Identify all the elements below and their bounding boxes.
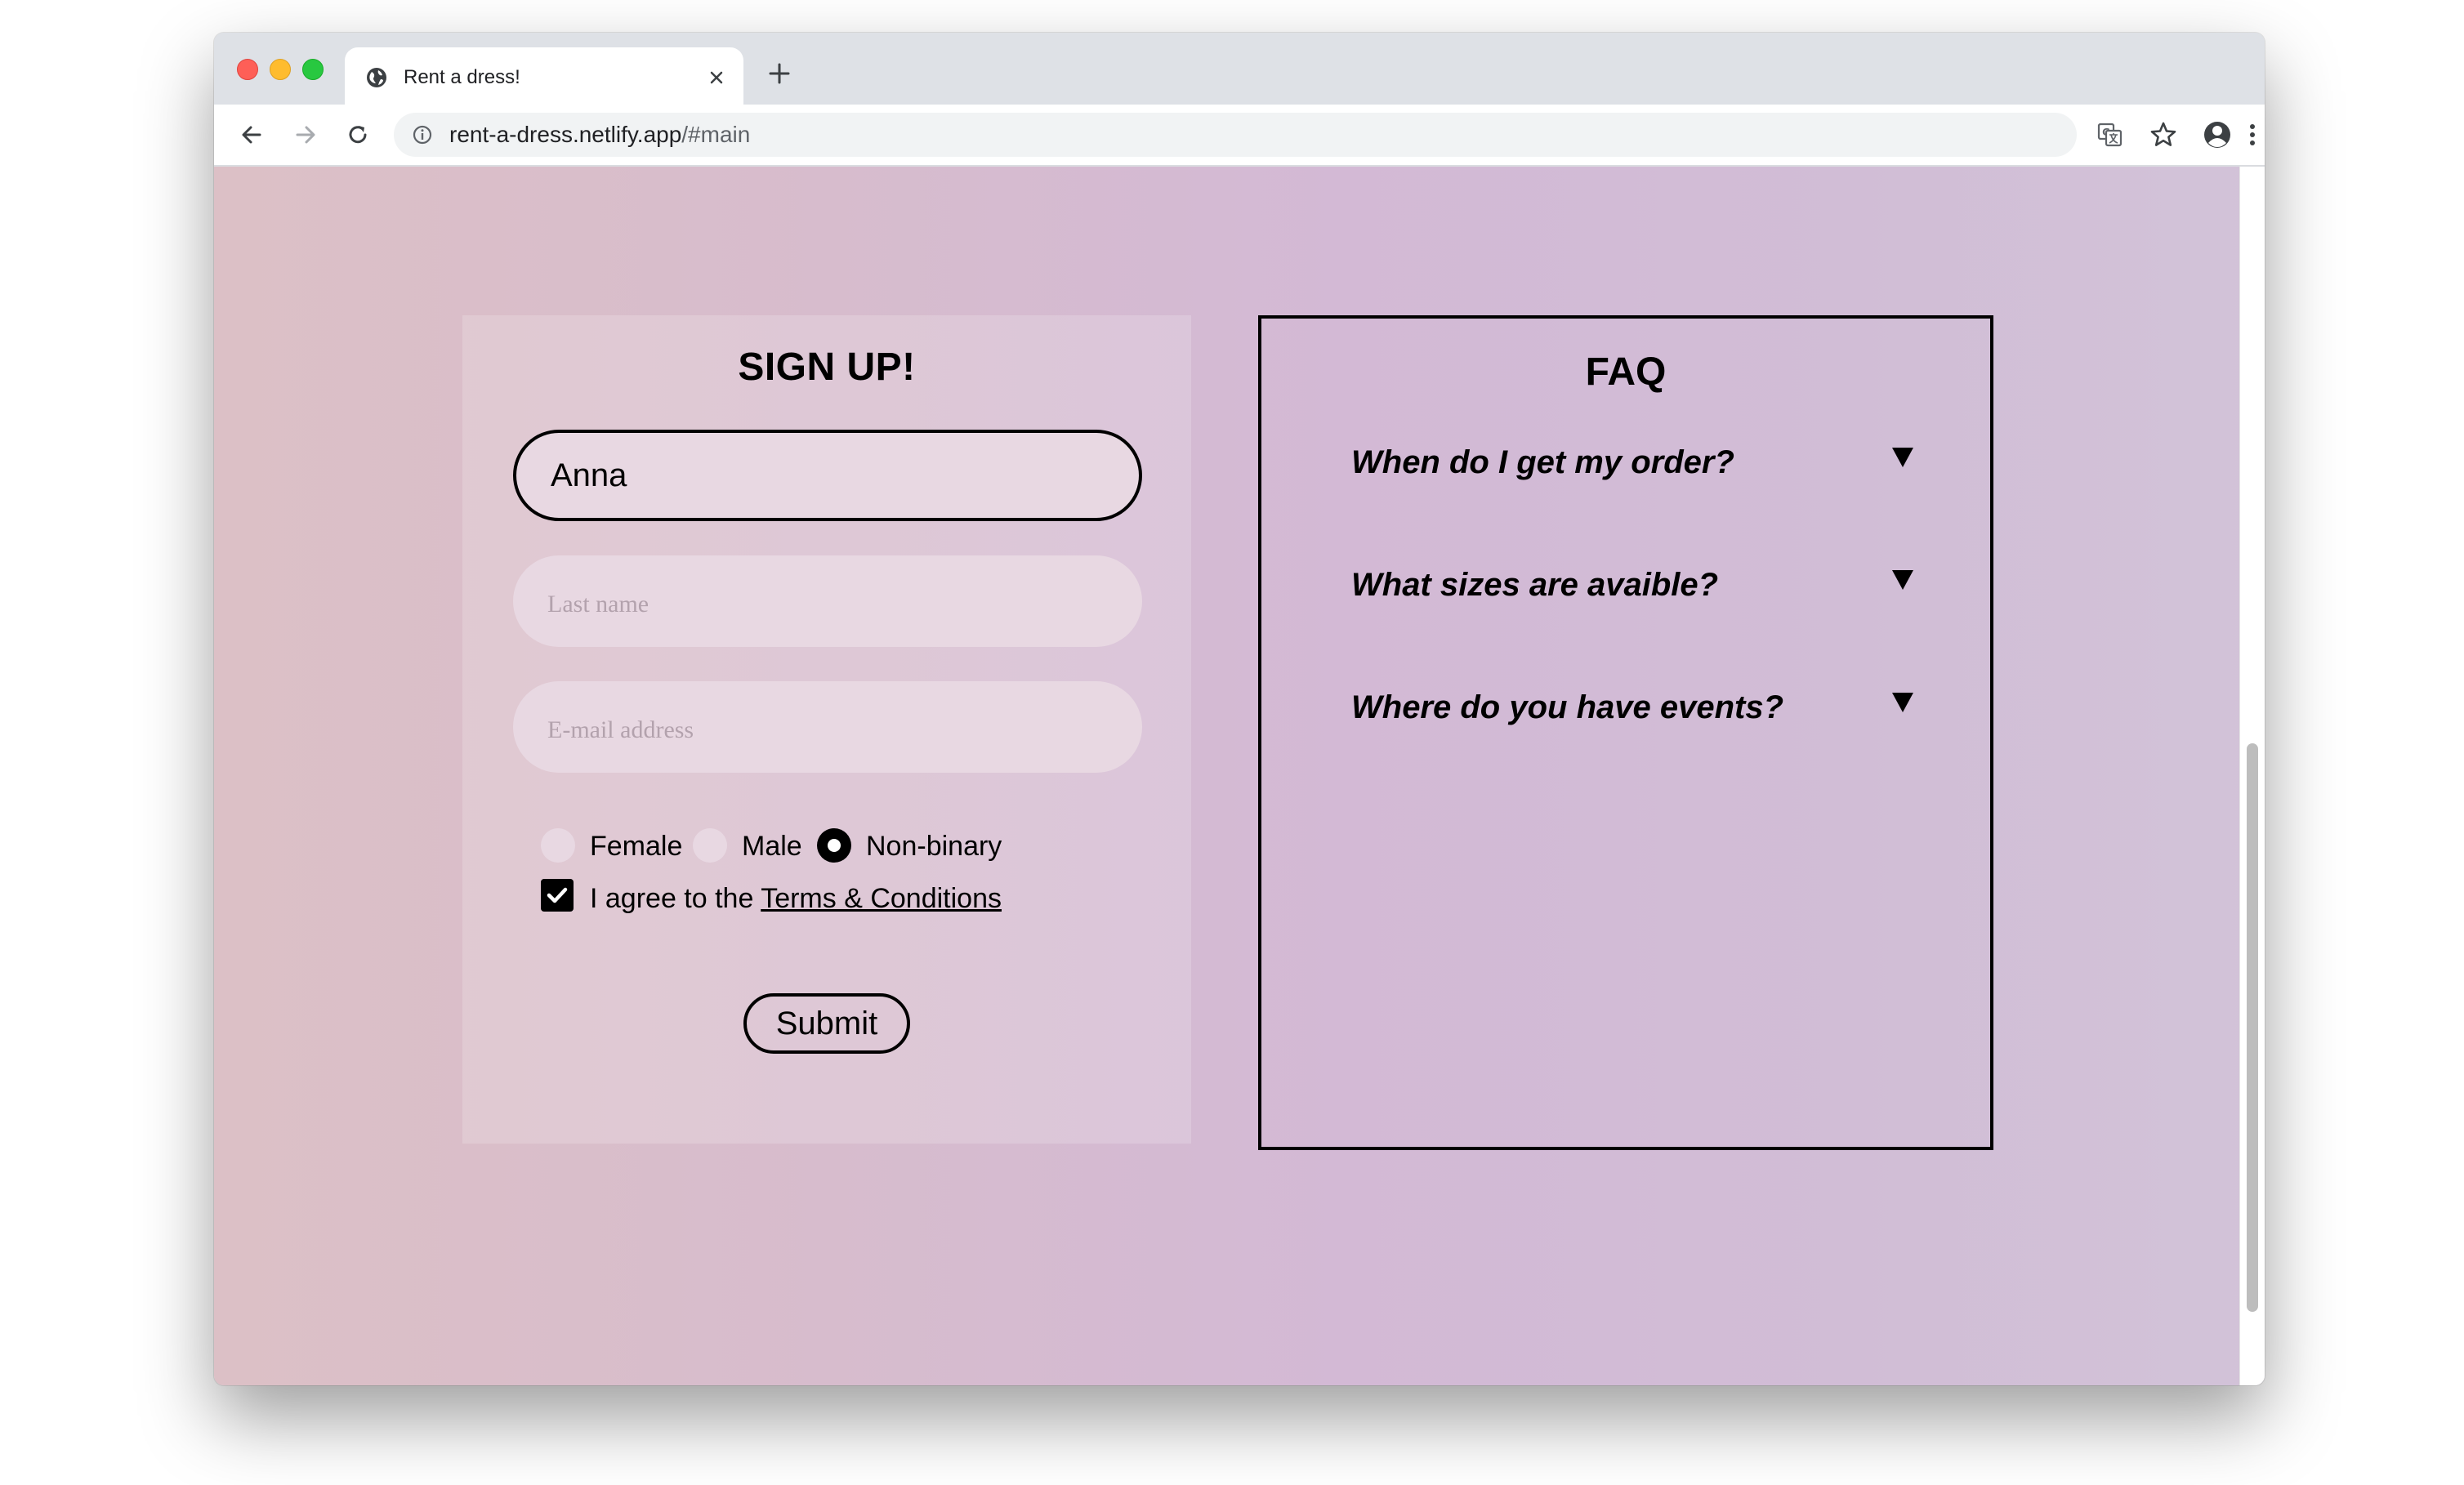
- address-bar[interactable]: rent-a-dress.netlify.app/#main: [394, 113, 2077, 157]
- vertical-scrollbar[interactable]: [2239, 167, 2265, 1385]
- faq-question: Where do you have events?: [1351, 689, 1784, 725]
- url-path: /#main: [681, 122, 751, 147]
- close-tab-icon[interactable]: [704, 65, 729, 90]
- window-close-button[interactable]: [237, 59, 258, 80]
- window-minimize-button[interactable]: [270, 59, 291, 80]
- new-tab-icon[interactable]: [763, 57, 796, 90]
- globe-icon: [367, 68, 386, 87]
- page-viewport: SIGN UP! Female Male Non-binary I agree …: [214, 167, 2265, 1385]
- faq-item[interactable]: Where do you have events?: [1351, 685, 1923, 734]
- radio-non-binary-label: Non-binary: [866, 831, 1002, 862]
- url-host: rent-a-dress.netlify.app: [449, 122, 682, 147]
- triangle-down-icon[interactable]: [1890, 689, 1915, 714]
- terms-prefix: I agree to the: [590, 883, 761, 914]
- faq-title: FAQ: [1585, 350, 1667, 394]
- triangle-down-icon[interactable]: [1890, 444, 1915, 469]
- radio-male-label: Male: [742, 831, 802, 862]
- last-name-input[interactable]: [513, 555, 1142, 647]
- browser-toolbar: rent-a-dress.netlify.app/#main G: [214, 105, 2265, 167]
- info-icon[interactable]: [410, 123, 435, 147]
- title-bar: Rent a dress!: [214, 33, 2265, 106]
- reload-icon[interactable]: [341, 118, 374, 151]
- radio-non-binary[interactable]: [817, 828, 851, 863]
- checkmark-icon: [547, 887, 568, 903]
- window-maximize-button[interactable]: [302, 59, 324, 80]
- scrollbar-thumb[interactable]: [2247, 743, 2258, 1312]
- radio-female[interactable]: [541, 828, 575, 863]
- email-input[interactable]: [513, 681, 1142, 773]
- menu-kebab-icon[interactable]: [2240, 118, 2265, 151]
- translate-icon[interactable]: G: [2093, 118, 2126, 151]
- faq-item[interactable]: When do I get my order?: [1351, 439, 1923, 488]
- submit-button[interactable]: Submit: [743, 993, 910, 1054]
- first-name-input[interactable]: [513, 430, 1142, 521]
- faq-item[interactable]: What sizes are avaible?: [1351, 562, 1923, 611]
- terms-label: I agree to the Terms & Conditions: [590, 882, 1002, 915]
- tab-title: Rent a dress!: [404, 66, 520, 88]
- url-text: rent-a-dress.netlify.app/#main: [449, 123, 750, 147]
- forward-arrow-icon[interactable]: [289, 118, 322, 151]
- profile-avatar-icon[interactable]: [2201, 118, 2234, 151]
- faq-question: When do I get my order?: [1351, 444, 1734, 480]
- terms-checkbox[interactable]: [541, 879, 574, 912]
- radio-male[interactable]: [693, 828, 727, 863]
- bookmark-star-icon[interactable]: [2147, 118, 2180, 151]
- faq-panel: FAQ When do I get my order? What sizes a…: [1258, 315, 1993, 1150]
- terms-conditions-link[interactable]: Terms & Conditions: [761, 883, 1002, 914]
- faq-question: What sizes are avaible?: [1351, 567, 1719, 603]
- triangle-down-icon[interactable]: [1890, 567, 1915, 591]
- back-arrow-icon[interactable]: [235, 118, 268, 151]
- radio-female-label: Female: [590, 831, 683, 862]
- signup-title: SIGN UP!: [738, 346, 916, 389]
- browser-tab[interactable]: Rent a dress!: [345, 47, 743, 106]
- signup-form: SIGN UP! Female Male Non-binary I agree …: [462, 315, 1191, 1144]
- browser-window: Rent a dress! rent-a-dress.netlify.app/#…: [214, 33, 2265, 1385]
